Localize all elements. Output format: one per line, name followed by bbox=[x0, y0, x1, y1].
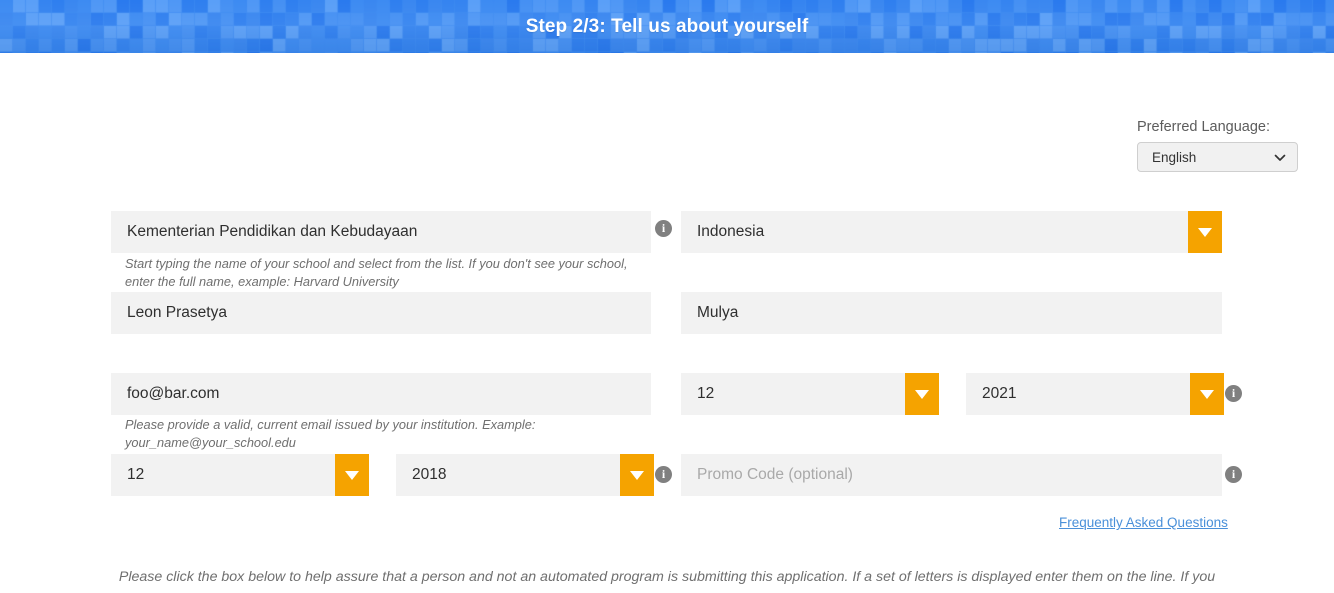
page-header-banner: Step 2/3: Tell us about yourself bbox=[0, 0, 1334, 53]
start-year-dropdown[interactable]: 2018 bbox=[396, 454, 654, 496]
promo-code-input[interactable]: Promo Code (optional) bbox=[681, 454, 1222, 496]
promo-code-info-icon[interactable]: i bbox=[1225, 466, 1242, 483]
graduation-month-dropdown[interactable]: 12 bbox=[681, 373, 939, 415]
caret-down-icon[interactable] bbox=[620, 454, 654, 496]
graduation-year-dropdown[interactable]: 2021 bbox=[966, 373, 1224, 415]
application-form: Kementerian Pendidikan dan Kebudayaan i … bbox=[0, 53, 1334, 593]
page-content: Preferred Language: English Kementerian … bbox=[0, 53, 1334, 593]
faq-link[interactable]: Frequently Asked Questions bbox=[1059, 515, 1228, 530]
caret-down-icon[interactable] bbox=[335, 454, 369, 496]
captcha-instructions: Please click the box below to help assur… bbox=[118, 569, 1216, 585]
start-month-value: 12 bbox=[111, 454, 335, 496]
graduation-month-value: 12 bbox=[681, 373, 905, 415]
caret-down-icon[interactable] bbox=[1188, 211, 1222, 253]
first-name-input[interactable]: Leon Prasetya bbox=[111, 292, 651, 334]
caret-down-icon[interactable] bbox=[1190, 373, 1224, 415]
start-month-dropdown[interactable]: 12 bbox=[111, 454, 369, 496]
email-helper-text: Please provide a valid, current email is… bbox=[125, 417, 536, 450]
last-name-input[interactable]: Mulya bbox=[681, 292, 1222, 334]
registration-page: Step 2/3: Tell us about yourself Preferr… bbox=[0, 0, 1334, 593]
start-date-info-icon[interactable]: i bbox=[655, 466, 672, 483]
page-title: Step 2/3: Tell us about yourself bbox=[525, 16, 809, 37]
country-value: Indonesia bbox=[681, 211, 1188, 253]
country-dropdown[interactable]: Indonesia bbox=[681, 211, 1222, 253]
school-helper-text: Start typing the name of your school and… bbox=[125, 256, 628, 289]
school-info-icon[interactable]: i bbox=[655, 220, 672, 237]
graduation-year-value: 2021 bbox=[966, 373, 1190, 415]
caret-down-icon[interactable] bbox=[905, 373, 939, 415]
school-input[interactable]: Kementerian Pendidikan dan Kebudayaan bbox=[111, 211, 651, 253]
email-input[interactable]: foo@bar.com bbox=[111, 373, 651, 415]
graduation-date-info-icon[interactable]: i bbox=[1225, 385, 1242, 402]
start-year-value: 2018 bbox=[396, 454, 620, 496]
